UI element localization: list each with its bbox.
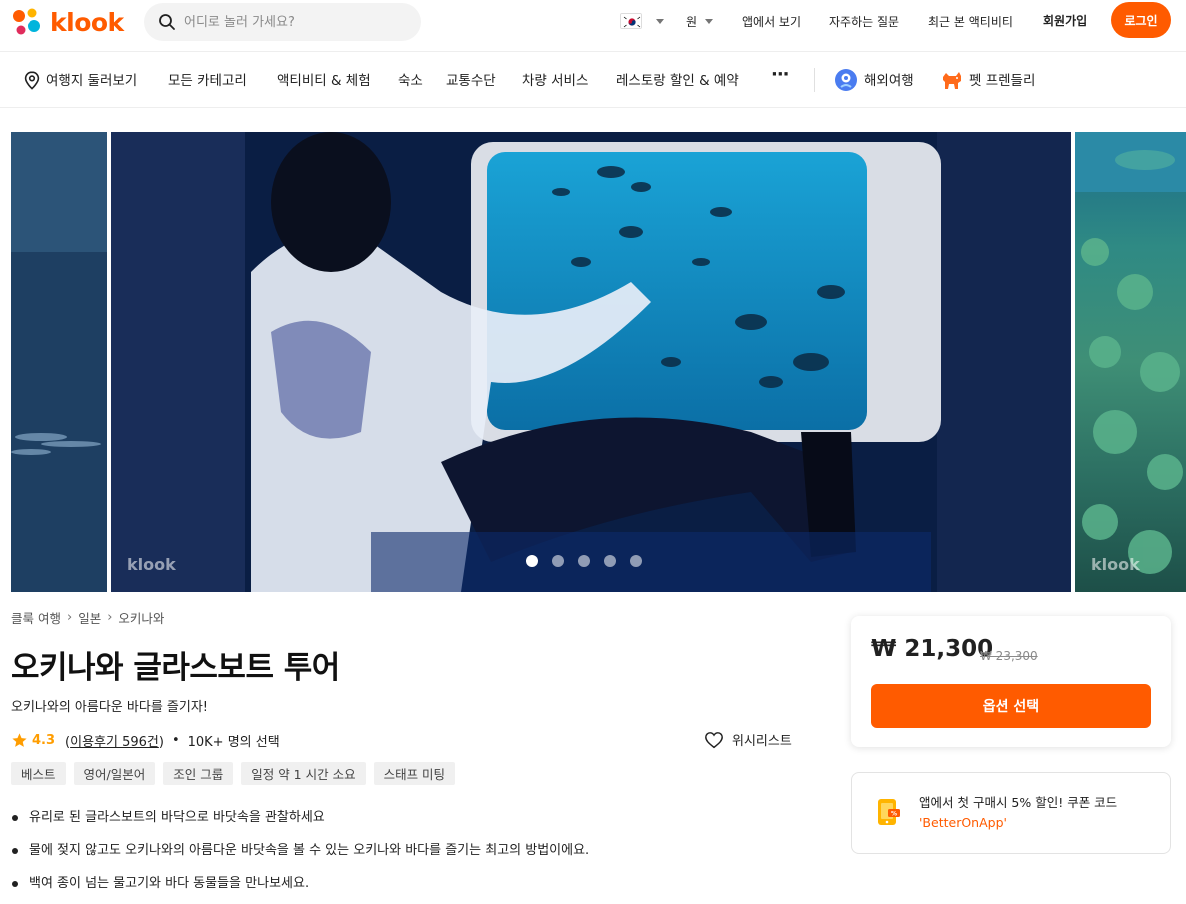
list-item: 물에 젖지 않고도 오키나와의 아름다운 바닷속을 볼 수 있는 오키나와 바다… (11, 841, 589, 874)
search-bar[interactable] (144, 3, 421, 41)
category-pet-friendly[interactable]: 펫 프렌들리 (969, 69, 1035, 89)
tag: 베스트 (11, 762, 66, 785)
category-destinations[interactable]: 여행지 둘러보기 (46, 69, 137, 89)
pagination-dot[interactable] (526, 555, 538, 567)
breadcrumb: 클룩 여행 › 일본 › 오키나와 (11, 608, 164, 627)
divider (814, 68, 815, 92)
tag: 영어/일본어 (73, 762, 156, 785)
pagination-dot[interactable] (552, 555, 564, 567)
select-option-button[interactable]: 옵션 선택 (871, 684, 1151, 728)
category-transport[interactable]: 교통수단 (446, 69, 496, 89)
category-hotels[interactable]: 숙소 (398, 69, 423, 89)
category-activities[interactable]: 액티비티 & 체험 (277, 69, 371, 89)
tag: 스태프 미팅 (373, 762, 456, 785)
breadcrumb-item[interactable]: 클룩 여행 (11, 608, 61, 627)
category-car-service[interactable]: 차량 서비스 (522, 69, 588, 89)
login-button[interactable]: 로그인 (1111, 2, 1171, 38)
language-flag-icon[interactable] (620, 13, 642, 29)
app-view-link[interactable]: 앱에서 보기 (742, 0, 801, 42)
page-title: 오키나와 글라스보트 투어 (11, 650, 340, 686)
watermark-logo-right: klook (1091, 555, 1140, 574)
tag: 조인 그룹 (163, 762, 234, 785)
wishlist-button[interactable]: 위시리스트 (704, 730, 792, 749)
promo-code[interactable]: 'BetterOnApp' (919, 815, 1007, 830)
signup-button[interactable]: 회원가입 (1043, 12, 1087, 29)
search-input[interactable] (184, 14, 404, 30)
top-header: klook 원 앱에서 보기 자주하는 질문 최근 본 액티비티 회원가입 로그… (0, 0, 1186, 52)
category-all[interactable]: 모든 카테고리 (168, 69, 247, 89)
currency-selector[interactable]: 원 (686, 0, 714, 42)
recently-viewed-link[interactable]: 최근 본 액티비티 (928, 0, 1013, 42)
booked-count: 10K+ 명의 선택 (187, 734, 280, 750)
heart-icon (705, 731, 723, 748)
dog-icon (943, 72, 961, 89)
breadcrumb-item[interactable]: 오키나와 (118, 608, 164, 627)
logo-text: klook (50, 7, 124, 37)
chevron-right-icon: › (66, 610, 73, 625)
gallery-pagination (526, 555, 642, 567)
original-price: ₩ 23,300 (980, 649, 1038, 663)
reviews-link[interactable]: (이용후기 596건) (65, 731, 164, 750)
star-icon (12, 732, 27, 747)
list-item: 유리로 된 글라스보트의 바닥으로 바닷속을 관찰하세요 (11, 808, 589, 841)
breadcrumb-item[interactable]: 일본 (78, 608, 101, 627)
svg-text:%: % (891, 811, 897, 818)
watermark-text: klook (127, 555, 176, 574)
language-chevron-icon[interactable] (648, 0, 664, 42)
search-icon (159, 14, 175, 30)
gallery-image-main[interactable]: klook (111, 132, 1071, 592)
location-pin-icon (24, 71, 40, 90)
tag: 일정 약 1 시간 소요 (241, 762, 366, 785)
klook-logo[interactable]: klook (10, 5, 124, 39)
watermark-text: klook (1091, 555, 1140, 574)
price-card: ₩ 21,300 ₩ 23,300 옵션 선택 (851, 616, 1171, 747)
rating-value: 4.3 (32, 732, 56, 748)
page-subtitle: 오키나와의 아름다운 바다를 즐기자! (11, 700, 209, 715)
gallery-image-right[interactable]: klook (1075, 132, 1186, 592)
tag-list: 베스트 영어/일본어 조인 그룹 일정 약 1 시간 소요 스태프 미팅 (11, 762, 456, 785)
category-bar: 여행지 둘러보기 모든 카테고리 액티비티 & 체험 숙소 교통수단 차량 서비… (0, 53, 1186, 108)
faq-link[interactable]: 자주하는 질문 (829, 0, 899, 42)
mobile-coupon-icon: % (878, 799, 900, 825)
current-price: ₩ 21,300 (871, 636, 994, 662)
separator-dot: • (171, 732, 180, 748)
klook-logo-icon (13, 8, 40, 35)
category-restaurant[interactable]: 레스토랑 할인 & 예약 (616, 69, 739, 89)
app-promo-card[interactable]: % 앱에서 첫 구매시 5% 할인! 쿠폰 코드 'BetterOnApp' (851, 772, 1171, 854)
wishlist-label: 위시리스트 (732, 734, 792, 749)
chevron-right-icon: › (107, 610, 113, 625)
watermark-logo: klook (127, 555, 176, 574)
globe-travel-icon (835, 69, 857, 91)
pagination-dot[interactable] (630, 555, 642, 567)
promo-text: 앱에서 첫 구매시 5% 할인! 쿠폰 코드 'BetterOnApp' (919, 795, 1118, 830)
currency-label: 원 (686, 14, 698, 29)
list-item: 백여 종이 넘는 물고기와 바다 동물들을 만나보세요. (11, 874, 589, 904)
pagination-dot[interactable] (578, 555, 590, 567)
category-overseas[interactable]: 해외여행 (864, 69, 914, 89)
gallery-image-left[interactable] (11, 132, 107, 592)
chevron-down-icon (705, 18, 714, 24)
rating-row: 4.3 (이용후기 596건) • 10K+ 명의 선택 (11, 730, 280, 750)
pagination-dot[interactable] (604, 555, 616, 567)
photo-gallery[interactable]: klook klook (0, 132, 1186, 592)
highlights-list: 유리로 된 글라스보트의 바닥으로 바닷속을 관찰하세요 물에 젖지 않고도 오… (11, 808, 589, 904)
more-categories-button[interactable]: ··· (771, 64, 789, 85)
